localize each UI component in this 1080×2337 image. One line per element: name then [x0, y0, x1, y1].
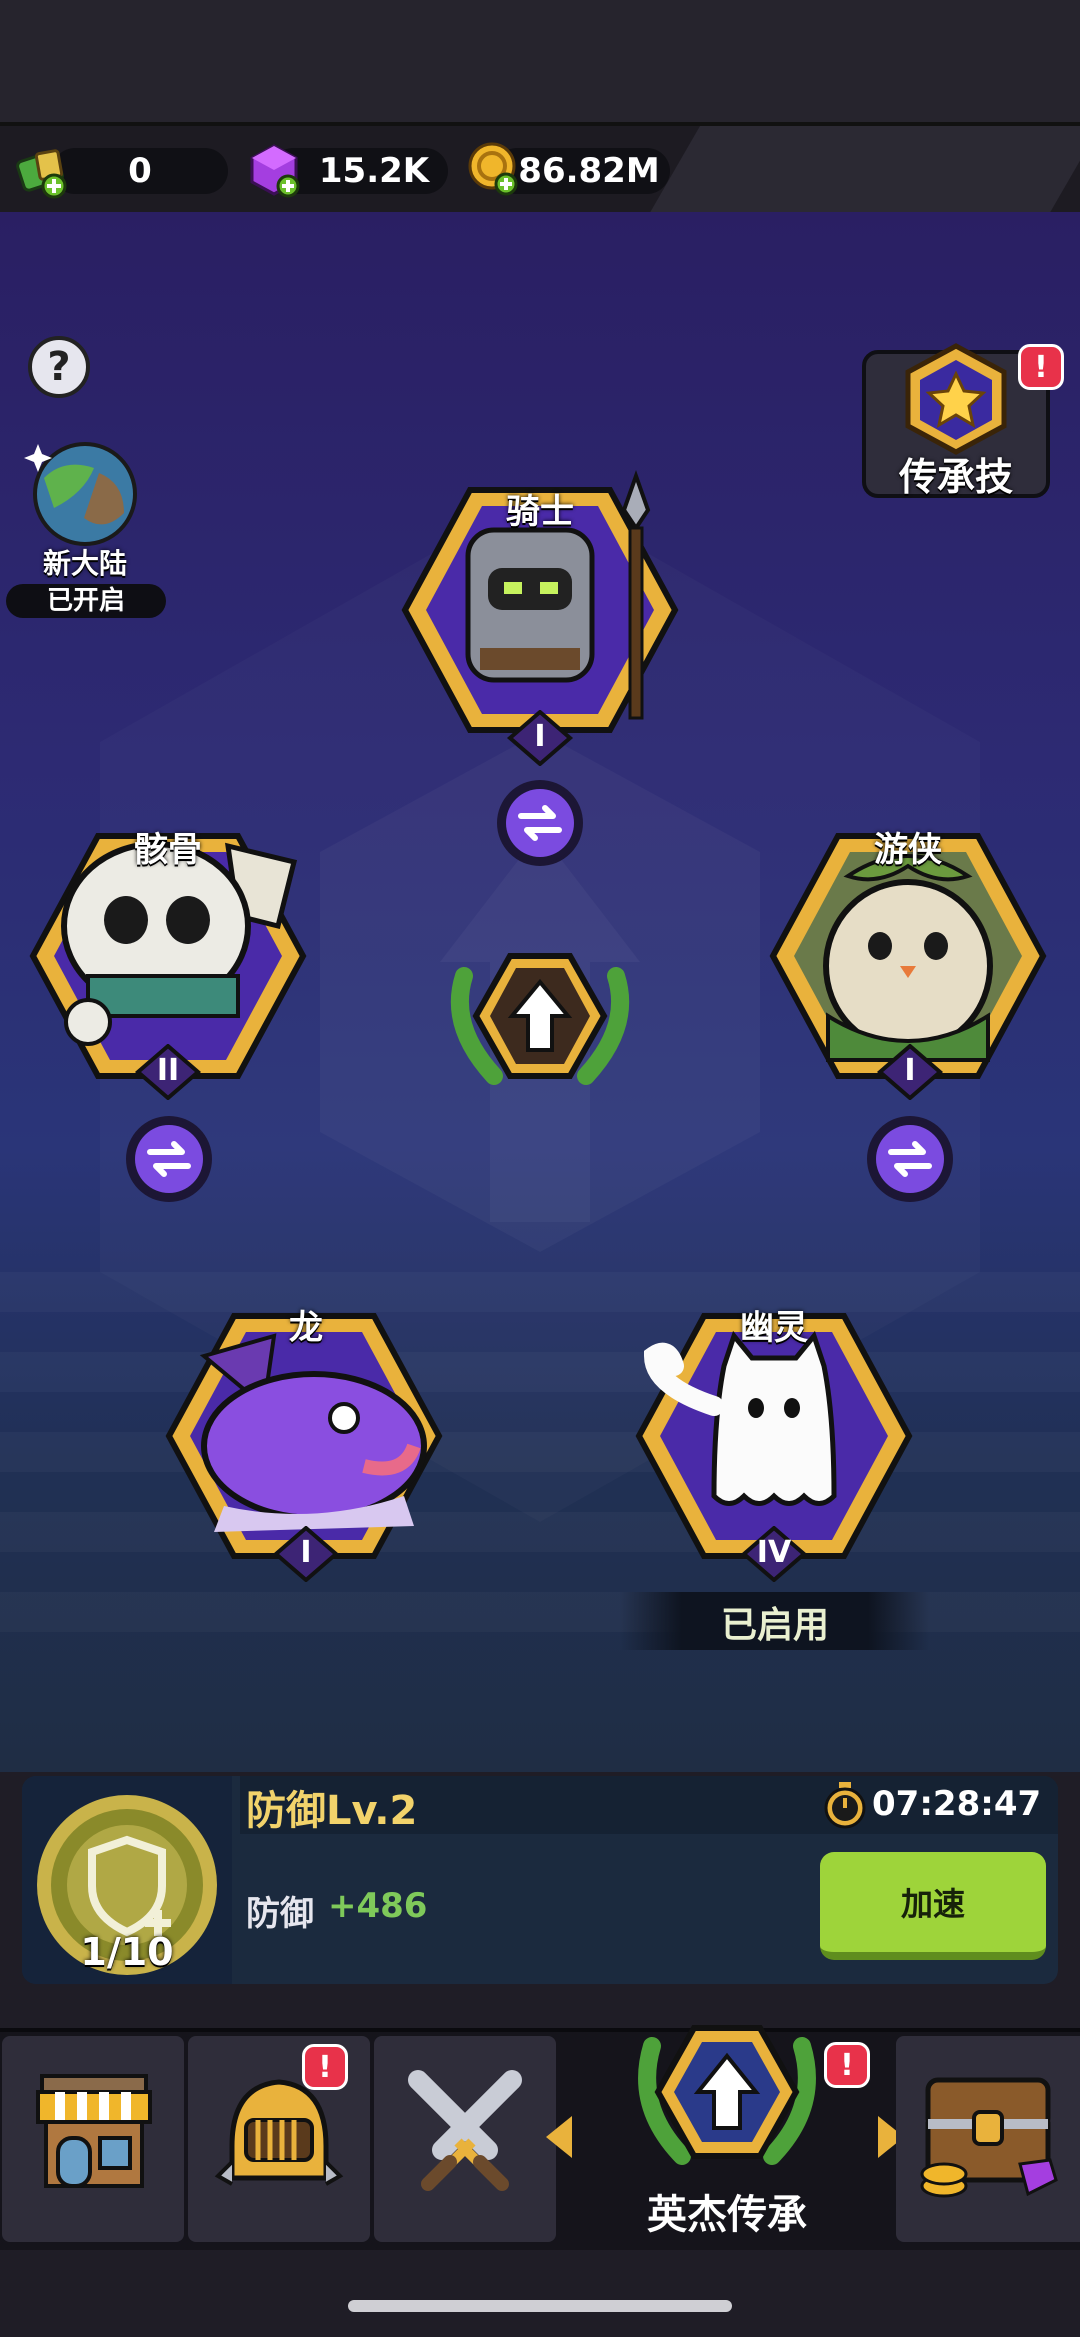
upgrade-progress: 1/10 [80, 1930, 174, 1974]
ticket-icon[interactable] [16, 144, 72, 200]
skeleton-name: 骸骨 [134, 830, 202, 870]
ticket-value: 0 [128, 151, 152, 191]
nav-left-arrow-icon[interactable] [542, 2112, 576, 2162]
treasure-chest-icon [920, 2077, 1058, 2198]
knight-swap-button[interactable] [497, 780, 583, 866]
legacy-upgrade-icon[interactable] [444, 936, 636, 1096]
stat-value: +486 [328, 1886, 428, 1926]
home-indicator[interactable] [348, 2300, 732, 2312]
ticket-counter[interactable]: 0 [52, 148, 228, 194]
ghost-rank: IV [756, 1535, 792, 1570]
heroes-badge: ! [302, 2044, 348, 2090]
continent-status: 已开启 [6, 584, 166, 618]
ghost-name: 幽灵 [740, 1308, 808, 1348]
skeleton-rank: II [156, 1053, 180, 1088]
ghost-status: 已启用 [720, 1605, 829, 1646]
skeleton-swap-button[interactable] [126, 1116, 212, 1202]
stat-label: 防御 [246, 1894, 314, 1934]
help-icon: ? [47, 344, 71, 390]
star-hex-icon [905, 343, 1007, 455]
ranger-rank: I [904, 1053, 916, 1088]
gold-value: 86.82M [518, 151, 660, 191]
gold-coin-icon[interactable] [466, 140, 522, 196]
upgrade-title: 防御Lv.2 [246, 1788, 418, 1834]
ranger-name: 游侠 [874, 830, 942, 870]
dragon-name: 龙 [289, 1308, 323, 1348]
gem-icon[interactable] [246, 142, 302, 198]
continent-label: 新大陆 [42, 547, 127, 580]
legacy-skill-badge: ! [1018, 344, 1064, 390]
knight-name: 骑士 [506, 492, 574, 532]
knight-rank: I [534, 719, 546, 754]
help-button[interactable]: ? [28, 336, 90, 398]
legacy-badge: ! [824, 2042, 870, 2088]
shop-icon [36, 2074, 152, 2188]
legacy-skill-label: 传承技 [898, 455, 1013, 499]
upgrade-timer: 07:28:47 [872, 1784, 1042, 1824]
speed-up-button[interactable]: 加速 [820, 1852, 1046, 1960]
dragon-rank: I [300, 1535, 312, 1570]
status-bar [0, 0, 1080, 122]
ranger-swap-button[interactable] [867, 1116, 953, 1202]
stopwatch-icon [824, 1782, 866, 1829]
speed-up-label: 加速 [900, 1885, 965, 1923]
legacy-upgrade-icon [638, 2025, 816, 2165]
planet-icon[interactable] [24, 438, 146, 548]
nav-active-label: 英杰传承 [647, 2192, 807, 2238]
resource-bar-decoration [650, 126, 1080, 212]
gem-value: 15.2K [318, 151, 430, 191]
crossed-swords-icon [408, 2070, 522, 2191]
